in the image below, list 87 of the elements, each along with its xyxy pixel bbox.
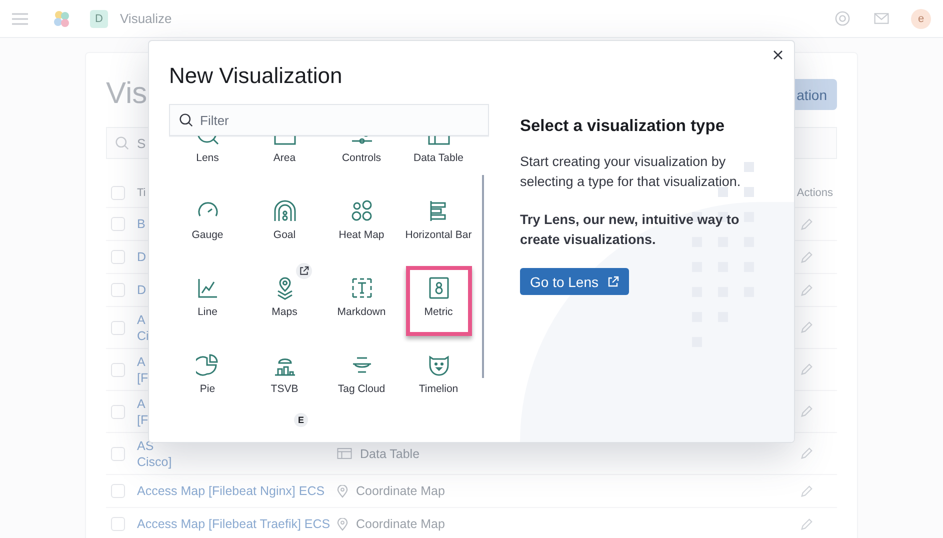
checkbox[interactable]	[111, 186, 125, 200]
metric-icon	[426, 276, 450, 300]
visualization-type-tile[interactable]: Data Table	[406, 136, 472, 182]
column-header: Ti	[137, 187, 146, 199]
checkbox[interactable]	[111, 250, 125, 264]
type-label: Markdown	[337, 306, 386, 318]
visualization-type-tile[interactable]: Horizontal Bar	[406, 189, 472, 259]
type-label: Coordinate Map	[337, 484, 445, 498]
type-label: Gauge	[192, 229, 224, 241]
type-label: TSVB	[270, 383, 298, 395]
checkbox[interactable]	[111, 217, 125, 231]
type-label: Area	[273, 152, 296, 164]
line-chart-icon	[196, 276, 220, 300]
checkbox[interactable]	[111, 517, 125, 531]
type-label: Pie	[200, 383, 216, 395]
scrollbar[interactable]	[482, 175, 484, 378]
type-label: Heat Map	[338, 229, 384, 241]
visualization-type-tile[interactable]: Heat Map	[328, 189, 394, 259]
bear-face-icon	[426, 353, 450, 377]
filter-field[interactable]: Filter	[169, 104, 489, 136]
type-label: Lens	[196, 152, 219, 164]
external-link-icon	[606, 276, 618, 288]
heat-map-icon	[350, 199, 374, 223]
type-label: Data Table	[413, 152, 464, 164]
visualization-type-tile[interactable]: Area	[252, 136, 318, 182]
type-label: Maps	[272, 306, 298, 318]
breadcrumb[interactable]: Visualize	[120, 11, 172, 26]
section-heading: Select a visualization type	[520, 117, 726, 136]
visualization-type-tile[interactable]: Tag Cloud	[328, 343, 394, 413]
search-placeholder: S	[137, 136, 146, 150]
visualization-type-tile[interactable]: Lens	[174, 136, 240, 182]
visualization-type-tile[interactable]: Maps	[252, 266, 318, 336]
goal-icon	[272, 199, 296, 223]
pencil-icon[interactable]	[800, 447, 813, 460]
logo-icon[interactable]	[52, 8, 72, 28]
pencil-icon[interactable]	[800, 250, 813, 264]
pie-chart-icon	[196, 353, 220, 377]
pencil-icon[interactable]	[800, 363, 813, 376]
space-avatar[interactable]: D	[90, 10, 108, 28]
table-icon	[337, 448, 352, 459]
go-to-lens-button[interactable]: Go to Lens	[520, 268, 628, 295]
lens-promo-text: Try Lens, our new, intuitive way to create visualizations.	[520, 211, 740, 249]
type-label: Horizontal Bar	[405, 229, 472, 241]
mail-icon[interactable]	[874, 13, 889, 24]
user-avatar[interactable]: e	[911, 8, 931, 28]
page-title: Vis	[106, 77, 148, 111]
search-icon	[115, 136, 129, 150]
pin-icon	[337, 518, 348, 530]
close-icon	[773, 50, 783, 60]
pencil-icon[interactable]	[800, 518, 813, 530]
visualization-type-tile[interactable]: Timelion	[406, 343, 472, 413]
checkbox[interactable]	[111, 283, 125, 297]
visualization-type-tile[interactable]: Pie	[174, 343, 240, 413]
type-label: Coordinate Map	[337, 517, 445, 531]
pencil-icon[interactable]	[800, 484, 813, 498]
checkbox[interactable]	[111, 446, 125, 460]
pencil-icon[interactable]	[800, 284, 813, 296]
visualization-type-tile[interactable]: Markdown	[328, 266, 394, 336]
visualization-type-tile[interactable]: Line	[174, 266, 240, 336]
checkbox[interactable]	[111, 320, 125, 334]
dialog-title: New Visualization	[169, 63, 344, 89]
type-label: Metric	[424, 306, 453, 318]
visualization-type-tile[interactable]: Controls	[328, 136, 394, 182]
pencil-icon[interactable]	[800, 321, 813, 334]
type-label: Timelion	[418, 383, 458, 395]
checkbox[interactable]	[111, 362, 125, 376]
type-label: Tag Cloud	[338, 383, 386, 395]
visualization-type-tile[interactable]: TSVB	[252, 343, 318, 413]
visualization-type-tile[interactable]: Goal	[252, 189, 318, 259]
visualization-type-tile[interactable]: Gauge	[174, 189, 240, 259]
description-text: Start creating your visualization by selecting a type for that visualization.	[520, 153, 742, 191]
experimental-badge: E	[294, 413, 308, 427]
text-icon	[350, 276, 374, 300]
checkbox[interactable]	[111, 404, 125, 418]
pencil-icon[interactable]	[800, 405, 813, 418]
type-label: Line	[198, 306, 218, 318]
type-label: Controls	[342, 152, 382, 164]
visualization-type-tile[interactable]: Metric	[406, 266, 472, 336]
help-icon[interactable]	[835, 11, 850, 26]
checkbox[interactable]	[111, 484, 125, 498]
pencil-icon[interactable]	[800, 218, 813, 230]
menu-icon[interactable]	[12, 12, 28, 24]
column-header: Actions	[796, 187, 833, 199]
search-icon	[179, 113, 193, 127]
type-label: Goal	[273, 229, 296, 241]
type-label: Data Table	[337, 446, 420, 460]
pin-icon	[337, 484, 348, 498]
